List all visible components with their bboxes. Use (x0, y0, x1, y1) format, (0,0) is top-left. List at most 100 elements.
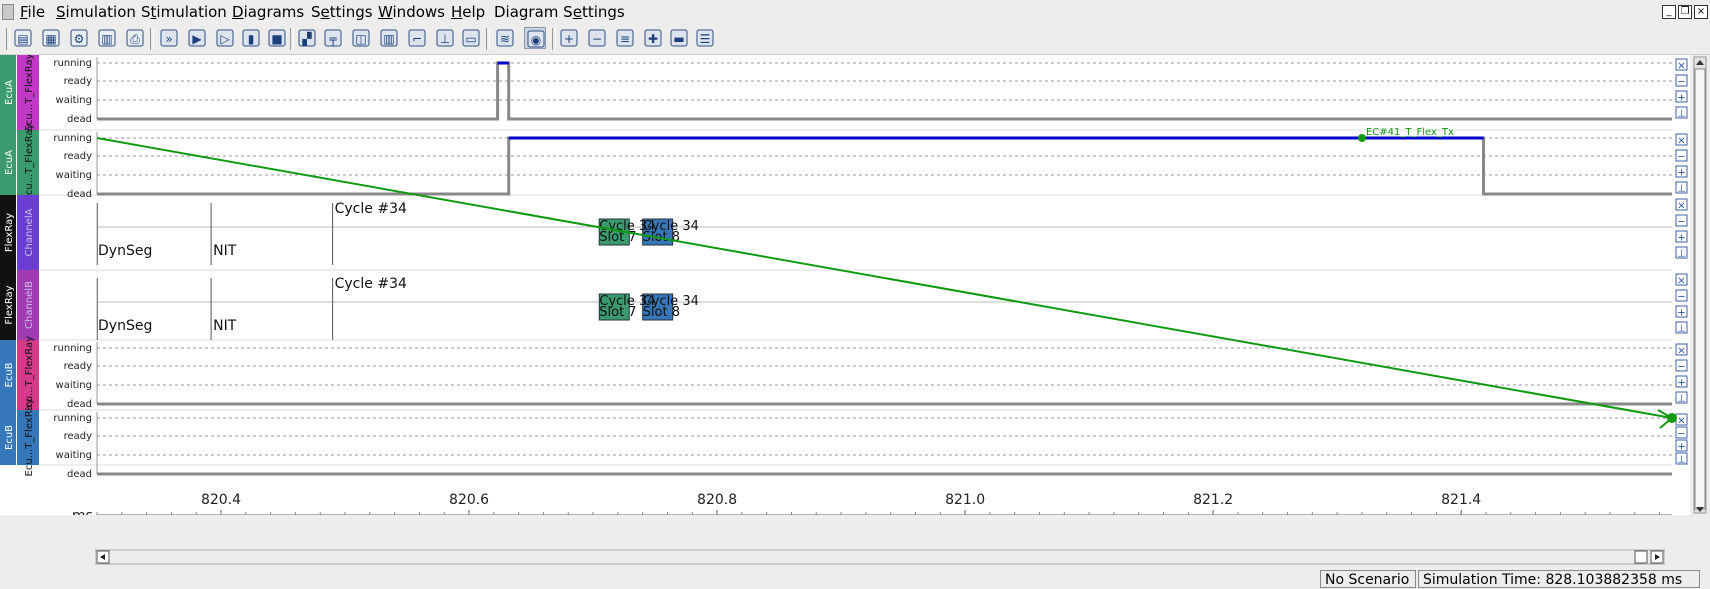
lane-zoom-in-button[interactable]: + (1675, 375, 1688, 389)
lane-zoom-in-button[interactable]: + (1675, 165, 1688, 179)
zoom-out-button[interactable]: − (586, 27, 608, 49)
state-label-running: running (53, 58, 92, 69)
timeline-button[interactable]: ▭ (460, 27, 482, 49)
nit-label: NIT (213, 318, 237, 334)
remove-button[interactable]: ▬ (668, 27, 690, 49)
close-icon[interactable]: × (1694, 5, 1708, 19)
state-label-waiting: waiting (56, 450, 92, 461)
report-button[interactable]: ▥ (96, 27, 118, 49)
add-button[interactable]: ✚ (642, 27, 664, 49)
event-chain-line (96, 137, 1673, 419)
lane-zoom-fit-button[interactable]: ⊥ (1675, 106, 1688, 120)
state-label-running: running (53, 133, 92, 144)
fast-forward-icon: » (160, 29, 178, 47)
vertical-scrollbar-graphic (1693, 56, 1707, 514)
lane-zoom-in-button[interactable]: + (1675, 90, 1688, 104)
lane-close-button[interactable]: × (1675, 133, 1688, 147)
zoom-fit-icon: ⊥ (1677, 184, 1686, 195)
lane-zoom-out-button[interactable]: − (1675, 289, 1688, 303)
lane-close-button[interactable]: × (1675, 273, 1688, 287)
svg-text:⌐: ⌐ (412, 32, 422, 46)
fast-forward-button[interactable]: » (158, 27, 180, 49)
menu-simulation[interactable]: Simulation (56, 3, 136, 21)
lane-zoom-out-button[interactable]: − (1675, 149, 1688, 163)
menu-diagram-settings[interactable]: Diagram Settings (494, 3, 625, 21)
open-button[interactable]: ▤ (12, 27, 34, 49)
menu-diagrams[interactable]: Diagrams (232, 3, 304, 21)
toolbar-separator (6, 28, 10, 50)
hierarchy-button[interactable]: ⊥ (434, 27, 456, 49)
candle-button[interactable]: ▥ (378, 27, 400, 49)
svg-text:≡: ≡ (620, 32, 630, 46)
close-icon: × (1677, 416, 1685, 427)
menu-stimulation[interactable]: Stimulation (141, 3, 227, 21)
expand-button[interactable]: ≡ (614, 27, 636, 49)
settings-button[interactable]: ⚙ (68, 27, 90, 49)
close-icon: × (1677, 136, 1685, 147)
svg-text:⊥: ⊥ (440, 32, 450, 46)
lane-close-button[interactable]: × (1675, 198, 1688, 212)
zoom-in-icon: + (560, 29, 578, 47)
lane-zoom-fit-button[interactable]: ⊥ (1675, 391, 1688, 405)
tree-button[interactable]: ╤ (322, 27, 344, 49)
lane-zoom-fit-button[interactable]: ⊥ (1675, 321, 1688, 335)
lane-zoom-out-button[interactable]: − (1675, 359, 1688, 373)
zoom-in-icon: + (1677, 168, 1685, 179)
svg-text:╤: ╤ (328, 32, 337, 46)
lane-zoom-in-button[interactable]: + (1675, 305, 1688, 319)
step-button[interactable]: ▷ (214, 27, 236, 49)
step-icon: ▷ (216, 29, 234, 47)
svg-text:⎙: ⎙ (130, 32, 140, 46)
restore-icon[interactable]: ❐ (1678, 5, 1692, 19)
lane-zoom-out-button[interactable]: − (1675, 74, 1688, 88)
lane-close-button[interactable]: × (1675, 413, 1688, 427)
dynseg-label: DynSeg (98, 243, 152, 259)
play-icon: ▶ (188, 29, 206, 47)
lane-zoom-fit-button[interactable]: ⊥ (1675, 452, 1688, 466)
vertical-scrollbar[interactable] (1690, 55, 1710, 515)
lane-close-button[interactable]: × (1675, 58, 1688, 72)
menu-settings[interactable]: Settings (311, 3, 373, 21)
lane-zoom-fit-button[interactable]: ⊥ (1675, 181, 1688, 195)
print-button[interactable]: ⎙ (124, 27, 146, 49)
tree-icon: ╤ (324, 29, 342, 47)
frame-slot-label: Slot 7 (599, 305, 636, 320)
state-label-running: running (53, 413, 92, 424)
menu-help[interactable]: Help (451, 3, 485, 21)
lane-3: FlexRay ChannelA×−+⊥DynSeg NITCycle #34Cyc… (0, 195, 1688, 271)
scroll-thumb[interactable] (1694, 68, 1706, 510)
stop-button[interactable]: ■ (266, 27, 288, 49)
lane-zoom-in-button[interactable]: + (1675, 439, 1688, 453)
svg-text:◉: ◉ (531, 33, 541, 47)
svg-text:▞: ▞ (301, 31, 312, 46)
play-button[interactable]: ▶ (186, 27, 208, 49)
eye-button[interactable]: ◉ (524, 27, 546, 49)
lane-zoom-out-button[interactable]: − (1675, 214, 1688, 228)
gantt-icon: ▞ (298, 29, 316, 47)
pause-button[interactable]: ▮ (240, 27, 262, 49)
lane-group-label: FlexRay (4, 213, 15, 252)
lane-zoom-in-button[interactable]: + (1675, 230, 1688, 244)
save-button[interactable]: ▦ (40, 27, 62, 49)
axis-tick-label: 820.4 (201, 492, 241, 508)
lane-4: FlexRay ChannelB×−+⊥DynSeg NITCycle #34Cyc… (0, 270, 1688, 341)
chart-button[interactable]: ≋ (494, 27, 516, 49)
lane-zoom-fit-button[interactable]: ⊥ (1675, 246, 1688, 260)
zoom-in-button[interactable]: + (558, 27, 580, 49)
menu-file[interactable]: File (20, 3, 45, 21)
step-line-button[interactable]: ⌐ (406, 27, 428, 49)
list-button[interactable]: ☰ (694, 27, 716, 49)
gantt-button[interactable]: ▞ (296, 27, 318, 49)
chart-icon: ≋ (496, 29, 514, 47)
candle-icon: ▥ (380, 29, 398, 47)
lane-close-button[interactable]: × (1675, 343, 1688, 357)
minimize-icon[interactable]: _ (1662, 5, 1676, 19)
zoom-in-icon: + (1677, 308, 1685, 319)
horizontal-scrollbar[interactable] (94, 549, 1666, 565)
histogram-button[interactable]: ◫ (350, 27, 372, 49)
lane-task-label: Ecu...T_FlexRay (24, 123, 35, 201)
lane-zoom-out-button[interactable]: − (1675, 426, 1688, 440)
menu-windows[interactable]: Windows (378, 3, 445, 21)
state-label-dead: dead (67, 469, 92, 480)
scroll-end-button[interactable] (1634, 550, 1648, 564)
